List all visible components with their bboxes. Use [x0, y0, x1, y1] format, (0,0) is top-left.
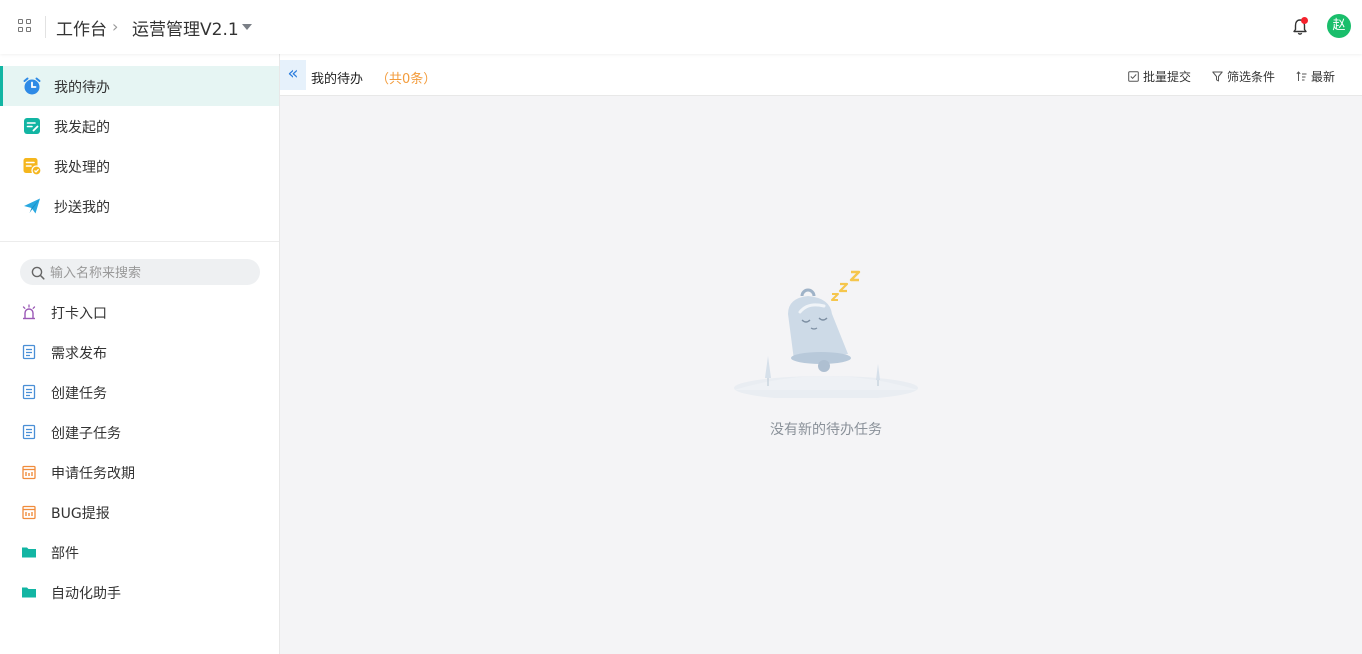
filter-label: 筛选条件: [1227, 70, 1276, 84]
document-icon: [21, 424, 37, 440]
header-divider: [45, 16, 46, 38]
sort-icon: [1296, 71, 1307, 81]
document-icon: [21, 344, 37, 360]
app-item-create-subtask[interactable]: 创建子任务: [0, 412, 279, 452]
empty-state-text: 没有新的待办任务: [770, 422, 882, 438]
sidebar-divider: [0, 241, 279, 242]
edit-note-icon: [22, 116, 42, 136]
folder-icon: [21, 544, 37, 560]
nav-label: 抄送我的: [54, 200, 110, 216]
sort-latest-label: 最新: [1311, 70, 1336, 84]
app-item-create-task[interactable]: 创建任务: [0, 372, 279, 412]
done-task-icon: [22, 156, 42, 176]
breadcrumb-current[interactable]: 运营管理V2.1: [132, 15, 239, 40]
user-avatar[interactable]: 赵: [1327, 14, 1351, 38]
filter-icon: [1212, 71, 1223, 82]
checkbox-icon: [1128, 71, 1139, 82]
app-item-automation[interactable]: 自动化助手: [0, 572, 279, 612]
breadcrumb-root[interactable]: 工作台: [56, 15, 107, 40]
top-bar: 工作台 › 运营管理V2.1 赵: [0, 0, 1362, 54]
sidebar: 我的待办 我发起的 我处理的 抄送我的 打卡入口 需求发布: [0, 54, 280, 654]
app-label: BUG提报: [51, 506, 110, 522]
app-label: 部件: [51, 546, 79, 562]
app-label: 自动化助手: [51, 586, 121, 602]
list-count: （共0条）: [376, 72, 437, 87]
app-label: 需求发布: [51, 346, 107, 362]
search-input[interactable]: [48, 262, 252, 284]
app-item-bug-report[interactable]: BUG提报: [0, 492, 279, 532]
batch-submit-label: 批量提交: [1143, 70, 1192, 84]
apps-grid-icon[interactable]: [18, 19, 32, 33]
list-title: 我的待办: [311, 72, 364, 87]
list-toolbar: « 我的待办 （共0条） 批量提交 筛选条件 最新: [280, 54, 1362, 96]
notification-badge: [1301, 17, 1308, 24]
nav-item-handled[interactable]: 我处理的: [0, 146, 279, 186]
app-label: 申请任务改期: [51, 466, 135, 482]
nav-item-initiated[interactable]: 我发起的: [0, 106, 279, 146]
app-switch-dropdown-icon[interactable]: [242, 24, 252, 30]
calendar-form-icon: [21, 504, 37, 520]
collapse-sidebar-button[interactable]: «: [280, 60, 306, 90]
filter-button[interactable]: 筛选条件: [1212, 68, 1275, 85]
nav-label: 我处理的: [54, 160, 110, 176]
notification-bell-icon[interactable]: [1290, 17, 1310, 37]
calendar-form-icon: [21, 464, 37, 480]
sleeping-bell-illustration: [728, 262, 924, 400]
batch-submit-button[interactable]: 批量提交: [1128, 68, 1191, 85]
alarm-light-icon: [21, 304, 37, 320]
paper-plane-icon: [22, 196, 42, 216]
nav-label: 我发起的: [54, 120, 110, 136]
app-item-demand-release[interactable]: 需求发布: [0, 332, 279, 372]
nav-label: 我的待办: [54, 80, 110, 96]
app-item-clock-in[interactable]: 打卡入口: [0, 292, 279, 332]
app-label: 打卡入口: [51, 306, 107, 322]
app-item-components[interactable]: 部件: [0, 532, 279, 572]
search-icon: [31, 265, 45, 280]
app-label: 创建任务: [51, 386, 107, 402]
nav-item-cc[interactable]: 抄送我的: [0, 186, 279, 226]
alarm-clock-icon: [22, 76, 42, 96]
app-item-reschedule[interactable]: 申请任务改期: [0, 452, 279, 492]
breadcrumb-chevron-icon: ›: [112, 17, 119, 36]
document-icon: [21, 384, 37, 400]
sort-latest-button[interactable]: 最新: [1296, 68, 1335, 85]
nav-item-my-todo[interactable]: 我的待办: [0, 66, 279, 106]
folder-icon: [21, 584, 37, 600]
app-label: 创建子任务: [51, 426, 121, 442]
app-search[interactable]: [20, 259, 260, 285]
main-content: « 我的待办 （共0条） 批量提交 筛选条件 最新 没有新的待办任务: [280, 54, 1362, 654]
